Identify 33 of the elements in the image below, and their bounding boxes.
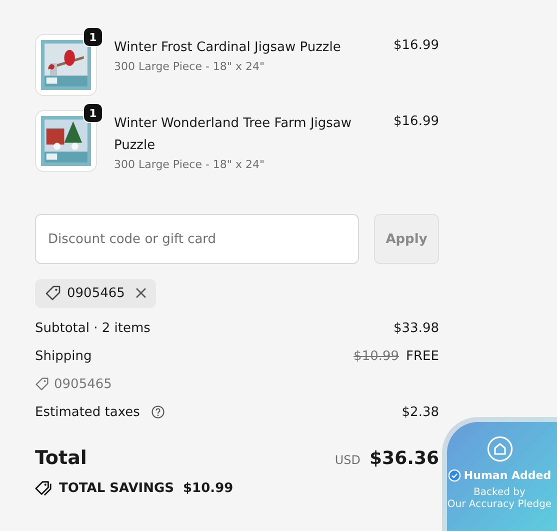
product-name: Winter Frost Cardinal Jigsaw Puzzle: [114, 39, 342, 57]
product-variant: 300 Large Piece - 18" x 24": [114, 60, 266, 73]
tags-icon: [35, 480, 52, 497]
savings-value: $10.99: [183, 481, 234, 496]
tag-icon: [45, 285, 61, 301]
close-icon[interactable]: [134, 287, 147, 299]
house-icon: [486, 436, 512, 462]
tag-icon: [35, 377, 49, 391]
subtotal-label: Subtotal · 2 items: [35, 320, 150, 336]
total-label: Total: [35, 447, 87, 469]
savings-label: TOTAL SAVINGS: [59, 481, 174, 496]
currency-label: USD: [334, 452, 361, 466]
shipping-label: Shipping: [35, 348, 92, 364]
taxes-label: Estimated taxes: [35, 404, 140, 420]
subtotal-value: $33.98: [394, 320, 439, 336]
original-shipping-price: $10.99: [354, 348, 400, 364]
product-price: $16.99: [394, 114, 439, 129]
shipping-discount-code: 0905465: [54, 376, 112, 392]
product-price: $16.99: [394, 38, 439, 53]
taxes-value: $2.38: [402, 404, 439, 420]
shipping-value: FREE: [406, 348, 439, 364]
product-name: Winter Wonderland Tree Farm Jigsaw Puzzle: [114, 115, 353, 155]
total-value: $36.36: [370, 448, 439, 468]
badge-subtitle: Backed by Our Accuracy Pledge: [447, 487, 552, 511]
quantity-badge: 1: [83, 27, 103, 47]
quantity-badge: 1: [83, 103, 103, 123]
badge-title: Human Added: [464, 469, 552, 482]
check-icon: [448, 469, 461, 482]
product-variant: 300 Large Piece - 18" x 24": [114, 158, 266, 171]
accuracy-badge[interactable]: Human Added Backed by Our Accuracy Pledge: [442, 417, 557, 531]
discount-field[interactable]: Discount code or gift card: [35, 214, 359, 264]
help-icon[interactable]: [150, 405, 165, 419]
discount-code: 0905465: [67, 286, 125, 300]
